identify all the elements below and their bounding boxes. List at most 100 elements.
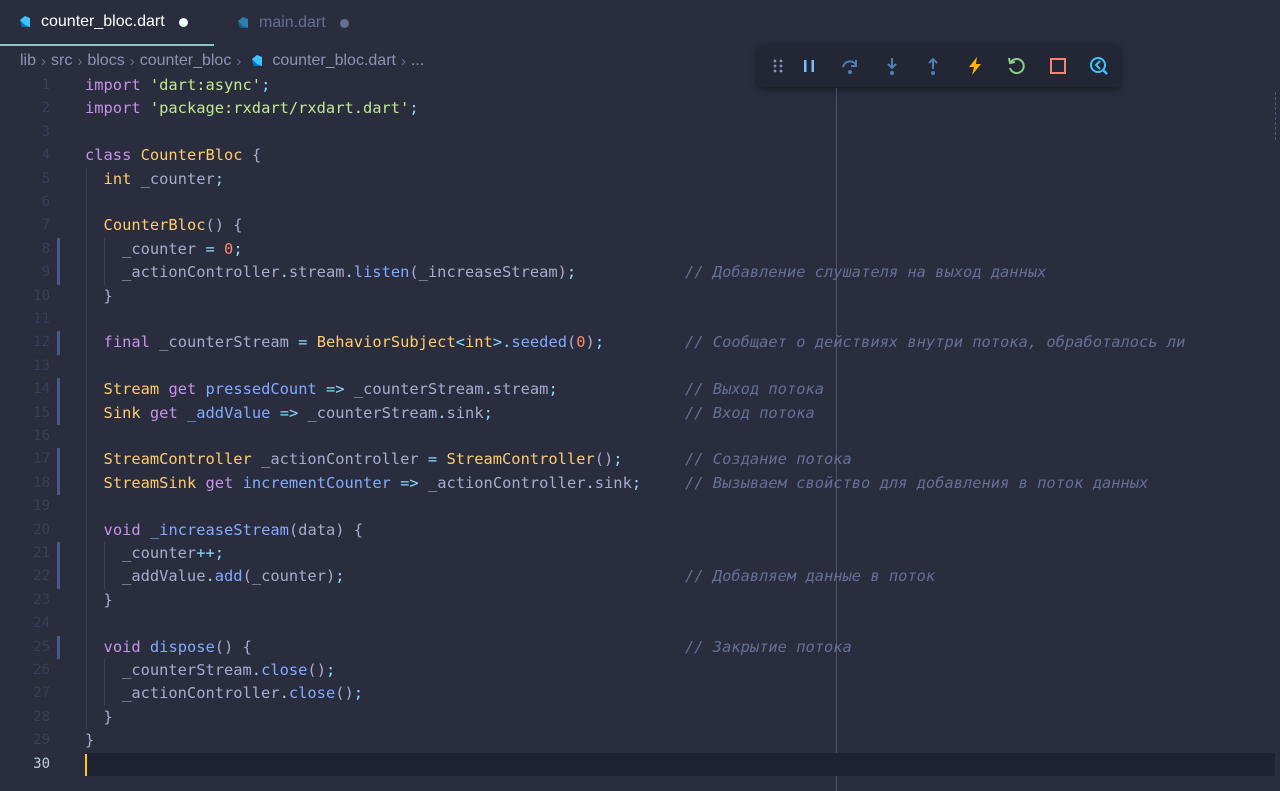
git-change-marker[interactable]	[57, 237, 60, 262]
code-token: _actionController	[251, 450, 428, 469]
code-line[interactable]: 30	[0, 752, 1280, 776]
current-line-highlight	[85, 752, 1275, 776]
code-token: stream	[492, 380, 549, 399]
git-change-marker[interactable]	[57, 378, 60, 402]
code-line[interactable]: 27 _actionController.close();	[0, 682, 1280, 705]
git-change-marker[interactable]	[57, 331, 60, 355]
code-line[interactable]: 24	[0, 612, 1280, 635]
code-token: >	[492, 333, 503, 352]
code-token: dispose	[149, 637, 215, 656]
code-line[interactable]: 21 _counter++;	[0, 542, 1280, 566]
tab-label: main.dart	[259, 14, 326, 31]
code-line[interactable]: 25 void dispose() {// Закрытие потока	[0, 635, 1280, 659]
line-number: 18	[33, 474, 50, 491]
code-line[interactable]: 2 import 'package:rxdart/rxdart.dart';	[0, 97, 1280, 120]
grip-icon[interactable]	[768, 58, 788, 74]
git-change-marker[interactable]	[57, 542, 60, 566]
code-text: _counter++;	[85, 542, 224, 565]
code-token: get	[205, 473, 234, 492]
tab-counter-bloc[interactable]: counter_bloc.dart	[0, 0, 214, 46]
code-token: _addValue	[187, 403, 271, 422]
line-number: 25	[33, 638, 50, 655]
tab-main[interactable]: main.dart	[222, 0, 372, 46]
code-token: .	[483, 380, 493, 399]
code-line[interactable]: 13	[0, 355, 1280, 378]
code-token: }	[85, 590, 113, 609]
code-line[interactable]: 8 _counter = 0;	[0, 237, 1280, 262]
breadcrumb-item[interactable]: counter_bloc	[140, 52, 232, 70]
code-token: get	[168, 380, 197, 399]
code-token: void	[103, 520, 141, 539]
git-change-marker[interactable]	[57, 448, 60, 472]
git-change-marker[interactable]	[57, 401, 60, 425]
code-line[interactable]: 11	[0, 308, 1280, 331]
code-token: StreamSink	[103, 473, 197, 492]
breadcrumb-more[interactable]: ...	[411, 52, 424, 70]
code-token: _counter	[85, 544, 197, 562]
code-line[interactable]: 17 StreamController _actionController = …	[0, 448, 1280, 472]
code-text: void dispose() {	[85, 636, 252, 659]
code-token: .	[344, 263, 354, 282]
git-change-marker[interactable]	[57, 471, 60, 496]
code-token: _counterStream	[298, 403, 438, 422]
code-line[interactable]: 14 Stream get pressedCount => _counterSt…	[0, 378, 1280, 402]
line-number: 22	[33, 568, 50, 585]
code-line[interactable]: 22 _addValue.add(_counter); // Добавляем …	[0, 565, 1280, 589]
code-editor[interactable]: 1 import 'dart:async'; 2 import 'package:rx…	[0, 74, 1280, 791]
code-token: Stream	[103, 380, 160, 399]
code-line[interactable]: 1 import 'dart:async';	[0, 74, 1280, 97]
breadcrumb: lib › src › blocs › counter_bloc › count…	[20, 50, 424, 72]
code-token: ()	[307, 661, 326, 679]
code-token: add	[214, 567, 243, 586]
line-number: 24	[33, 615, 50, 632]
code-line[interactable]: 23 }	[0, 589, 1280, 612]
code-text: Sink get _addValue => _counterStream.sin…	[85, 402, 493, 425]
breadcrumb-item[interactable]: blocs	[87, 52, 124, 70]
git-change-marker[interactable]	[57, 261, 60, 285]
line-number: 16	[33, 428, 50, 444]
code-token: import	[85, 99, 150, 118]
dart-file-icon	[238, 17, 248, 28]
line-number: 26	[33, 662, 50, 678]
code-line[interactable]: 10 }	[0, 285, 1280, 308]
unsaved-dot-icon	[178, 17, 188, 27]
breadcrumb-item[interactable]: src	[51, 52, 72, 70]
code-token: _increaseStream	[149, 520, 289, 539]
code-line[interactable]: 16	[0, 425, 1280, 448]
code-line[interactable]: 9 _actionController.stream.listen(_incre…	[0, 261, 1280, 285]
code-line[interactable]: 3	[0, 121, 1280, 144]
chevron-right-icon: ›	[41, 52, 47, 70]
code-line[interactable]: 18 StreamSink get incrementCounter => _a…	[0, 471, 1280, 496]
code-line[interactable]: 26 _counterStream.close();	[0, 659, 1280, 682]
breadcrumb-item[interactable]: lib	[20, 52, 36, 70]
git-change-marker[interactable]	[57, 635, 60, 659]
code-line[interactable]: 12 final _counterStream = BehaviorSubjec…	[0, 331, 1280, 355]
code-comment: // Добавляем данные в поток	[685, 567, 936, 586]
code-line[interactable]: 19	[0, 495, 1280, 518]
code-token: _counterStream	[344, 380, 484, 399]
code-line[interactable]: 6	[0, 191, 1280, 214]
code-line[interactable]: 20 void _increaseStream(data) {	[0, 519, 1280, 542]
code-token: ;	[594, 333, 605, 352]
breadcrumb-item[interactable]: counter_bloc.dart	[272, 52, 396, 70]
code-line[interactable]: 5 int _counter;	[0, 168, 1280, 191]
code-line[interactable]: 28 }	[0, 706, 1280, 729]
line-number: 17	[33, 451, 50, 468]
code-token: ++	[196, 544, 215, 562]
code-token: }	[85, 731, 95, 750]
pause-icon	[803, 60, 814, 72]
code-line[interactable]: 7 CounterBloc() {	[0, 214, 1280, 237]
code-token: .	[279, 684, 289, 703]
code-token: =	[427, 450, 438, 469]
code-text: CounterBloc() {	[85, 214, 243, 237]
code-line[interactable]: 4 class CounterBloc {	[0, 144, 1280, 167]
code-line[interactable]: 29}	[0, 729, 1280, 752]
git-change-marker[interactable]	[57, 565, 60, 589]
code-line[interactable]: 15 Sink get _addValue => _counterStream.…	[0, 401, 1280, 425]
code-token: (data) {	[288, 520, 364, 539]
